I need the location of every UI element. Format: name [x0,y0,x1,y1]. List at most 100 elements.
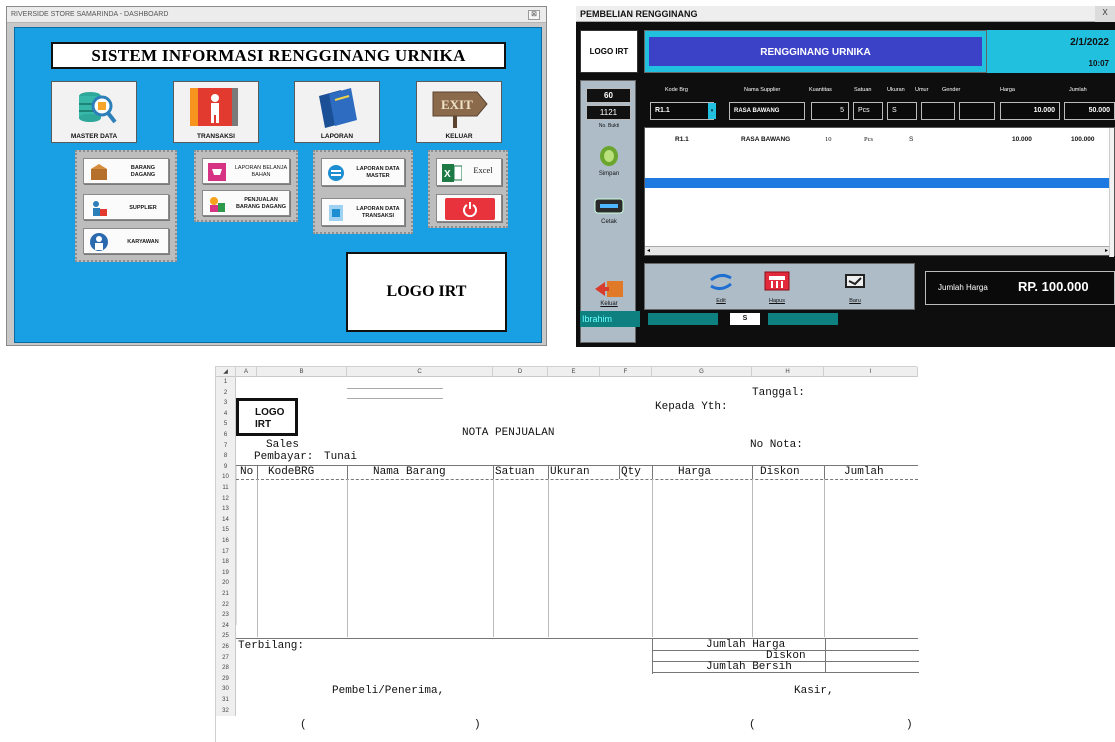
row-header[interactable]: 29 [216,673,236,685]
row-header[interactable]: 22 [216,599,236,611]
th-sep [824,465,825,479]
scroll-right-icon[interactable]: ▸ [1105,247,1108,255]
status-field-1 [648,313,718,325]
cetak-button[interactable]: Cetak [588,193,630,233]
col-header-h[interactable]: H [752,367,824,377]
body-col-line [548,479,549,637]
kode-dropdown-button[interactable]: ▾ [708,103,716,119]
gender-input[interactable] [959,102,995,120]
qty-input[interactable]: 5 [811,102,849,120]
row-header[interactable]: 5 [216,419,236,430]
dashboard-close-button[interactable]: ⊠ [528,10,540,20]
transaksi-button[interactable]: TRANSAKSI [173,81,259,143]
row-header[interactable]: 13 [216,504,236,515]
row-header[interactable]: 11 [216,483,236,494]
baru-button[interactable]: Baru [835,268,875,306]
supplier-button[interactable]: SUPPLIER [83,194,169,220]
selected-row[interactable] [645,178,1110,188]
row-header[interactable]: 19 [216,567,236,579]
row-header[interactable]: 12 [216,493,236,505]
laporan-belanja-bahan-button[interactable]: LAPORAN BELANJA BAHAN [202,158,290,184]
row-header[interactable]: 21 [216,589,236,600]
row-header[interactable]: 32 [216,705,236,717]
col-header-e[interactable]: E [548,367,600,377]
vertical-scrollbar[interactable] [1109,128,1114,257]
row-header[interactable]: 27 [216,652,236,664]
supplier-input[interactable]: RASA BAWANG [729,102,805,120]
row-header[interactable]: 28 [216,663,236,674]
row-header[interactable]: 3 [216,398,236,409]
counter-field[interactable]: 60 [586,88,631,103]
col-header-f[interactable]: F [600,367,652,377]
karyawan-button[interactable]: KARYAWAN [83,228,169,254]
purchase-grid[interactable]: R1.1 RASA BAWANG 10 Pcs S 10.000 100.000… [644,127,1115,257]
laporan-label: LAPORAN [320,133,354,140]
umur-input[interactable] [921,102,955,120]
keluar-form-button[interactable]: Keluar [585,277,633,311]
power-button[interactable] [436,194,502,222]
excel-button[interactable]: X Excel [436,158,502,186]
col-umur: Umur [915,87,929,93]
harga-input[interactable]: 10.000 [1000,102,1060,120]
status-bar: Ibrahim S [580,311,1115,327]
row-header[interactable]: 9 [216,461,236,473]
laporan-data-master-button[interactable]: LAPORAN DATA MASTER [321,158,405,186]
row-header[interactable]: 25 [216,631,236,642]
row-header[interactable]: 7 [216,440,236,452]
simpan-button[interactable]: Simpan [588,141,630,181]
row-header[interactable]: 15 [216,525,236,536]
ukuran-input[interactable]: S [887,102,917,120]
row-header[interactable]: 2 [216,387,236,399]
purchase-close-button[interactable]: X [1095,6,1115,22]
row-header[interactable]: 26 [216,642,236,653]
underline [347,388,443,389]
pembeli-sign-open: ( [300,719,307,731]
cetak-label: Cetak [601,219,617,225]
col-header-c[interactable]: C [347,367,493,377]
barang-dagang-label: BARANG DAGANG [130,165,156,178]
date-time-box: 2/1/2022 10:07 [987,30,1115,73]
row-header[interactable]: 17 [216,546,236,558]
no-nota-label: No Nota: [750,439,803,451]
jumlah-input[interactable]: 50.000 [1064,102,1115,120]
transaksi-label: TRANSAKSI [197,133,235,140]
row-header[interactable]: 10 [216,472,236,483]
keluar-button[interactable]: EXIT KELUAR [416,81,502,143]
dashboard-canvas: SISTEM INFORMASI RENGGINANG URNIKA MASTE… [14,27,542,343]
row-header[interactable]: 16 [216,536,236,547]
satuan-input[interactable]: Pcs [853,102,883,120]
col-header-d[interactable]: D [493,367,548,377]
barang-dagang-button[interactable]: BARANG DAGANG [83,158,169,184]
purchase-window: PEMBELIAN RENGGINANG X LOGO IRT RENGGINA… [576,6,1115,347]
box-icon [91,164,107,180]
row-header[interactable]: 14 [216,514,236,526]
col-header-g[interactable]: G [652,367,752,377]
penjualan-barang-dagang-button[interactable]: PENJUALAN BARANG DAGANG [202,190,290,216]
edit-button[interactable]: Edit [701,268,741,306]
laporan-button[interactable]: LAPORAN [294,81,380,143]
row-header[interactable]: 23 [216,610,236,621]
master-data-button[interactable]: MASTER DATA [51,81,137,143]
row-header[interactable]: 18 [216,557,236,568]
hapus-button[interactable]: Hapus [757,268,797,306]
select-all-corner[interactable]: ◢ [216,367,236,377]
karyawan-label: KARYAWAN [127,239,159,245]
row-header[interactable]: 30 [216,684,236,695]
row-header[interactable]: 24 [216,620,236,632]
current-date: 2/1/2022 [1070,37,1109,48]
row-header[interactable]: 6 [216,430,236,441]
row-header[interactable]: 1 [216,377,236,388]
row-header[interactable]: 4 [216,408,236,420]
col-header-i[interactable]: I [824,367,918,377]
no-bukti-field[interactable]: 1121 [586,105,631,120]
col-header-a[interactable]: A [236,367,257,377]
laporan-data-transaksi-button[interactable]: LAPORAN DATA TRANSAKSI [321,198,405,226]
horizontal-scrollbar[interactable]: ◂ ▸ [645,246,1110,255]
row-header[interactable]: 8 [216,451,236,462]
status-field-2 [768,313,838,325]
row-header[interactable]: 31 [216,695,236,706]
scroll-left-icon[interactable]: ◂ [645,248,650,254]
col-header-b[interactable]: B [257,367,347,377]
row-header[interactable]: 20 [216,578,236,589]
kode-brg-input[interactable]: R1.1 [650,102,714,120]
